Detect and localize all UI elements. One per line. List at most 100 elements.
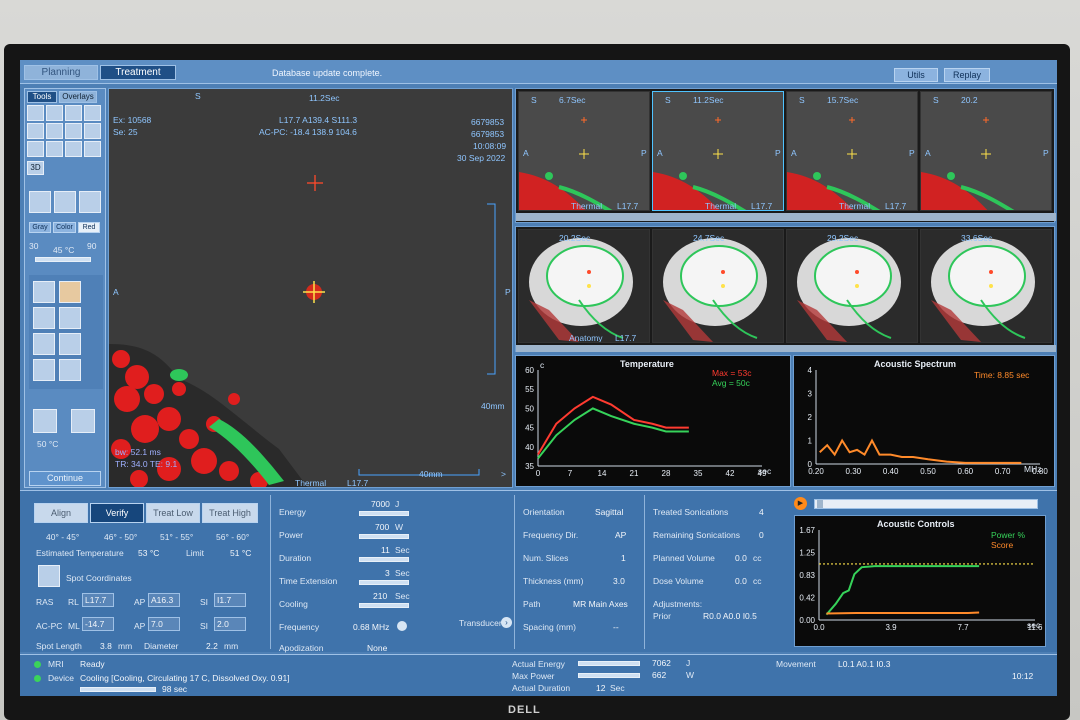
transducer-button-icon[interactable]: › bbox=[501, 617, 512, 628]
window-tool-icon[interactable] bbox=[65, 105, 82, 121]
time-ext-value: 3 bbox=[385, 568, 390, 578]
replay-button[interactable]: Replay bbox=[944, 68, 990, 82]
rl-label: RL bbox=[68, 597, 79, 607]
red-button[interactable]: Red bbox=[78, 222, 100, 233]
thermal-thumbnail[interactable]: 15.7Sec S A P Thermal L17.7 bbox=[786, 91, 918, 211]
device-status: Cooling [Cooling, Circulating 17 C, Diss… bbox=[80, 673, 290, 683]
thermal-thumbnails: 6.7Sec S A P Thermal L17.7 11.2Sec S A P Thermal L1… bbox=[515, 88, 1056, 223]
utils-button[interactable]: Utils bbox=[894, 68, 938, 82]
add-point-icon[interactable] bbox=[59, 359, 81, 381]
main-time: 11.2Sec bbox=[309, 93, 340, 103]
circle-roi-icon[interactable] bbox=[46, 141, 63, 157]
square-roi-icon[interactable] bbox=[27, 141, 44, 157]
thermometer-off-icon[interactable] bbox=[71, 409, 95, 433]
si2-input[interactable]: 2.0 bbox=[214, 617, 246, 631]
rotate-tool-icon[interactable] bbox=[65, 123, 82, 139]
ap-input[interactable]: A16.3 bbox=[148, 593, 180, 607]
zoom-tool-icon[interactable] bbox=[27, 105, 44, 121]
ap2-input[interactable]: 7.0 bbox=[148, 617, 180, 631]
3d-button[interactable]: 3D bbox=[27, 161, 44, 175]
tab-overlays[interactable]: Overlays bbox=[59, 91, 97, 103]
orientation-value: Sagittal bbox=[595, 507, 624, 517]
orientation-label: Orientation bbox=[523, 507, 565, 517]
tab-planning[interactable]: Planning bbox=[24, 65, 98, 80]
brush-icon[interactable] bbox=[54, 191, 76, 213]
pan-tool-icon[interactable] bbox=[46, 105, 63, 121]
x-tick-label: 0.0 bbox=[813, 623, 825, 632]
spot-coordinates-icon[interactable] bbox=[38, 565, 60, 587]
verify-button[interactable]: Verify bbox=[90, 503, 144, 523]
energy-slider[interactable] bbox=[359, 511, 409, 516]
color-button[interactable]: Color bbox=[53, 222, 76, 233]
cooling-progress bbox=[80, 687, 156, 692]
screen: Planning Treatment Database update compl… bbox=[20, 60, 1057, 696]
contrast-tool-icon[interactable] bbox=[46, 123, 63, 139]
probe-icon[interactable] bbox=[33, 359, 55, 381]
next-arrow[interactable]: > bbox=[501, 469, 506, 479]
x-tick-label: 0.70 bbox=[995, 467, 1011, 476]
target-edit-icon[interactable] bbox=[33, 281, 55, 303]
y-tick-label: 0.42 bbox=[799, 594, 815, 603]
playback-slider[interactable] bbox=[814, 499, 1038, 509]
acoustic-controls: ▶ Acoustic Controls Power % Score sec 1.… bbox=[778, 495, 1054, 649]
magnify-tool-icon[interactable] bbox=[84, 105, 101, 121]
duration-slider[interactable] bbox=[359, 557, 409, 562]
anatomy-thumbnail[interactable]: 24.7Sec bbox=[652, 229, 784, 343]
frequency-knob-icon[interactable] bbox=[397, 621, 407, 631]
treat-low-button[interactable]: Treat Low bbox=[146, 503, 200, 523]
thermometer-icon[interactable] bbox=[33, 409, 57, 433]
power-slider[interactable] bbox=[359, 534, 409, 539]
crosshair-icon[interactable] bbox=[33, 333, 55, 355]
si-input[interactable]: I1.7 bbox=[214, 593, 246, 607]
align-button[interactable]: Align bbox=[34, 503, 88, 523]
power-label: Power bbox=[279, 530, 304, 540]
play-icon[interactable]: ▶ bbox=[794, 497, 807, 510]
ruler-tool-icon[interactable] bbox=[84, 141, 101, 157]
treat-high-button[interactable]: Treat High bbox=[202, 503, 258, 523]
continue-button[interactable]: Continue bbox=[29, 471, 101, 486]
thermal-thumbnail[interactable]: 20.2 S A P bbox=[920, 91, 1052, 211]
anatomy-thumbnail[interactable]: 20.2Sec Anatomy L17.7 bbox=[518, 229, 650, 343]
est-temp-label: Estimated Temperature bbox=[36, 548, 124, 558]
thumb-scrollbar-top[interactable] bbox=[516, 213, 1056, 221]
marker-icon[interactable] bbox=[59, 307, 81, 329]
thumb-scrollbar-mid[interactable] bbox=[516, 345, 1056, 352]
camera-tool-icon[interactable] bbox=[27, 123, 44, 139]
cooling-slider[interactable] bbox=[359, 603, 409, 608]
pen-icon[interactable] bbox=[33, 307, 55, 329]
prior-label: Prior bbox=[653, 611, 671, 621]
ml-input[interactable]: -14.7 bbox=[82, 617, 114, 631]
rl-input[interactable]: L17.7 bbox=[82, 593, 114, 607]
thumb-orient-a: A bbox=[657, 148, 663, 158]
thumb-type: Anatomy bbox=[569, 333, 603, 343]
tab-treatment[interactable]: Treatment bbox=[100, 65, 176, 80]
spot-length-unit: mm bbox=[118, 641, 133, 651]
movement-value: L0.1 A0.1 I0.3 bbox=[838, 659, 891, 669]
planned-volume-unit: cc bbox=[753, 553, 762, 563]
time-ext-slider[interactable] bbox=[359, 580, 409, 585]
temp-min: 30 bbox=[29, 241, 39, 251]
transducer-label: Transducer bbox=[459, 618, 502, 628]
main-viewer[interactable]: 11.2Sec S A P Ex: 10568 Se: 25 L17.7 A13… bbox=[108, 88, 513, 488]
gray-button[interactable]: Gray bbox=[29, 222, 51, 233]
hand-icon[interactable] bbox=[79, 191, 101, 213]
orient-p: P bbox=[505, 287, 511, 297]
reset-tool-icon[interactable] bbox=[84, 123, 101, 139]
x-tick-label: 7 bbox=[568, 469, 573, 478]
thermal-thumbnail[interactable]: 11.2Sec S A P Thermal L17.7 bbox=[652, 91, 784, 211]
tab-tools[interactable]: Tools bbox=[27, 91, 57, 103]
x-tick-label: 0.20 bbox=[808, 467, 824, 476]
limit-value: 51 °C bbox=[230, 548, 252, 558]
cooling-seconds: 98 sec bbox=[162, 684, 188, 694]
dose-volume-unit: cc bbox=[753, 576, 762, 586]
anatomy-thumbnail[interactable]: 29.2Sec bbox=[786, 229, 918, 343]
brain-icon[interactable] bbox=[59, 281, 81, 303]
thumb-orient-s: S bbox=[531, 95, 537, 105]
angle-tool-icon[interactable] bbox=[65, 141, 82, 157]
crosshair-move-icon[interactable] bbox=[59, 333, 81, 355]
temperature-slider[interactable] bbox=[35, 257, 91, 262]
tool-panel: Tools Overlays 3D Gray Color Red 30 45 °… bbox=[24, 88, 106, 488]
thermal-thumbnail[interactable]: 6.7Sec S A P Thermal L17.7 bbox=[518, 91, 650, 211]
anatomy-thumbnail[interactable]: 33.6Sec bbox=[920, 229, 1052, 343]
eraser-icon[interactable] bbox=[29, 191, 51, 213]
